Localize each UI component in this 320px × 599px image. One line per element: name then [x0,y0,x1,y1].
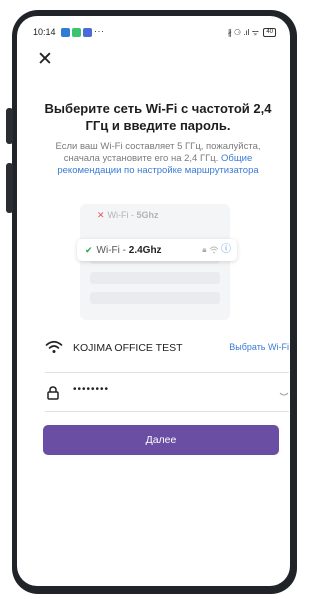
network-row: KOJIMA OFFICE TEST Выбрать Wi-Fi [45,338,289,358]
lock-small-icon: 🔒︎ [202,245,207,254]
wifi-24-name: Wi-Fi - [96,245,129,256]
wifi-band-illustration [80,204,230,320]
placeholder-row [90,272,220,284]
check-icon: ✔ [85,245,93,255]
wifi-24-band: 2.4Ghz [128,245,162,256]
wifi-icon [45,340,63,353]
placeholder-row [90,292,220,304]
lock-icon [47,386,59,400]
app-notification-icon [72,28,81,37]
status-time: 10:14 [33,27,56,37]
info-icon: ⓘ [221,244,231,255]
wifi-5-band: 5Ghz [136,210,159,220]
page-title: Выберите сеть Wi-Fi с частотой 2,4 ГГц и… [44,101,272,133]
wifi-small-icon [209,246,219,254]
wifi-5-name: Wi-Fi - [107,210,137,220]
app-notification-icon [83,28,92,37]
divider [45,372,289,373]
volume-button [6,108,13,144]
notification-icons [61,28,94,38]
cross-icon: ✕ [97,210,105,220]
screen: 10:14 ··· ∦ ⚆ .ıl ᯤ 40 ✕ Выберите сеть W… [17,16,290,586]
divider [45,411,289,412]
close-icon[interactable]: ✕ [37,50,53,70]
page-description: Если ваш Wi-Fi составляет 5 ГГц, пожалуй… [39,141,277,177]
eye-hidden-icon[interactable] [279,390,289,399]
battery-icon: 40 [263,28,276,38]
next-button[interactable]: Далее [43,425,279,455]
wifi-5ghz-item: ✕ Wi-Fi - 5Ghz [97,210,159,221]
password-value[interactable]: •••••••• [73,384,109,395]
signal-icons: ∦ ⚆ .ıl ᯤ [227,28,260,37]
status-right: ∦ ⚆ .ıl ᯤ 40 [228,27,276,38]
wifi-24ghz-item: ✔ Wi-Fi - 2.4Ghz 🔒︎ ⓘ [77,239,237,261]
more-notifications-icon: ··· [94,26,105,36]
password-field[interactable]: •••••••• [45,384,289,402]
wifi-status-icons: 🔒︎ ⓘ [202,239,231,261]
app-notification-icon [61,28,70,37]
power-button [6,163,13,213]
eye-closed-shape [279,392,289,396]
status-bar: 10:14 ··· ∦ ⚆ .ıl ᯤ 40 [33,26,276,41]
choose-wifi-button[interactable]: Выбрать Wi-Fi [229,342,289,352]
wifi-ssid: KOJIMA OFFICE TEST [73,342,183,354]
